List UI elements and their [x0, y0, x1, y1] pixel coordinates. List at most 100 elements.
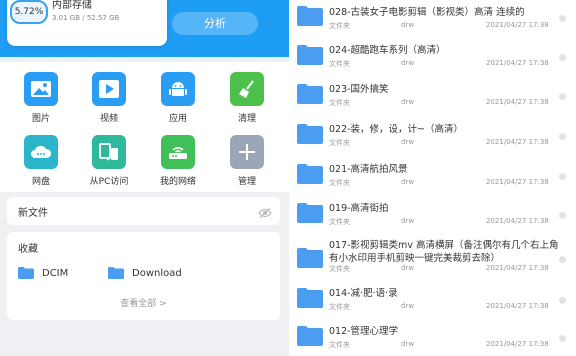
folder-name: 012-管理心理学 — [329, 326, 399, 337]
category-images[interactable]: 图片 — [6, 72, 76, 124]
left-panel: 5.72% 内部存储 3.01 GB / 52.57 GB 分析 图片 视频 应… — [0, 0, 289, 356]
folder-type: 文件夹 — [329, 99, 350, 107]
folder-type: 文件夹 — [329, 303, 350, 311]
folder-type: 文件夹 — [329, 60, 350, 68]
category-label: 管理 — [237, 177, 256, 187]
category-label: 清理 — [237, 114, 256, 124]
category-cloud[interactable]: 网盘 — [6, 135, 76, 187]
favorite-label: DCIM — [42, 267, 69, 279]
router-icon — [161, 135, 195, 169]
pc-transfer-icon — [92, 135, 126, 169]
folder-date: 2021/04/27 17:38 — [486, 178, 549, 186]
folder-icon — [108, 267, 124, 279]
folder-name: 021-高清航拍风景 — [329, 164, 408, 175]
folder-meta: 文件夹 drw 2021/04/27 17:38 — [329, 264, 569, 274]
folder-owner: drw — [401, 340, 415, 348]
select-radio[interactable] — [559, 133, 566, 140]
favorite-item-dcim[interactable]: DCIM — [18, 267, 68, 279]
analyze-button[interactable]: 分析 — [172, 12, 258, 35]
folder-meta: 文件夹 drw 2021/04/27 17:38 — [329, 138, 569, 148]
select-radio[interactable] — [559, 335, 566, 342]
storage-header: 5.72% 内部存储 3.01 GB / 52.57 GB 分析 — [0, 0, 289, 57]
folder-icon — [297, 124, 323, 144]
select-radio[interactable] — [559, 54, 566, 61]
folder-name: 028-古装女子电影剪辑（影视类）高清 连续的 — [329, 7, 525, 18]
favorites-card: 收藏 DCIM Download 查看全部 > — [7, 232, 280, 320]
folder-name: 014-减·肥·语·录 — [329, 288, 398, 299]
select-radio[interactable] — [559, 93, 566, 100]
folder-meta: 文件夹 drw 2021/04/27 17:38 — [329, 178, 569, 188]
folder-owner: drw — [401, 217, 415, 225]
select-radio[interactable] — [559, 15, 566, 22]
select-radio[interactable] — [559, 173, 566, 180]
category-network[interactable]: 我的网络 — [143, 135, 213, 187]
category-videos[interactable]: 视频 — [74, 72, 144, 124]
folder-icon — [297, 326, 323, 346]
new-files-card[interactable]: 新文件 — [7, 197, 280, 225]
folder-meta: 文件夹 drw 2021/04/27 17:38 — [329, 98, 569, 108]
select-radio[interactable] — [559, 212, 566, 219]
favorite-item-download[interactable]: Download — [108, 267, 182, 279]
folder-meta: 文件夹 drw 2021/04/27 17:38 — [329, 59, 569, 69]
folder-date: 2021/04/27 17:38 — [486, 98, 549, 106]
folder-icon — [297, 6, 323, 26]
folder-owner: drw — [401, 138, 415, 146]
storage-percent-badge: 5.72% — [10, 0, 48, 24]
select-radio[interactable] — [559, 256, 566, 263]
category-label: 网盘 — [31, 177, 50, 187]
storage-card[interactable]: 5.72% 内部存储 3.01 GB / 52.57 GB — [7, 0, 167, 46]
see-all-link[interactable]: 查看全部 > — [7, 296, 280, 309]
storage-size: 3.01 GB / 52.57 GB — [52, 14, 120, 22]
folder-icon — [297, 203, 323, 223]
category-label: 图片 — [31, 114, 50, 124]
folder-type: 文件夹 — [329, 341, 350, 349]
folder-meta: 文件夹 drw 2021/04/27 17:38 — [329, 217, 569, 227]
select-radio[interactable] — [559, 297, 566, 304]
new-files-label: 新文件 — [18, 208, 48, 219]
folder-owner: drw — [401, 264, 415, 272]
folder-date: 2021/04/27 17:38 — [486, 340, 549, 348]
folder-icon — [297, 248, 323, 268]
folder-type: 文件夹 — [329, 265, 350, 273]
broom-icon — [230, 72, 264, 106]
folder-owner: drw — [401, 59, 415, 67]
folder-name: 024-超酷跑车系列（高清） — [329, 45, 446, 56]
plus-icon — [230, 135, 264, 169]
folder-type: 文件夹 — [329, 179, 350, 187]
category-clean[interactable]: 清理 — [212, 72, 282, 124]
eye-icon[interactable] — [258, 204, 272, 223]
folder-meta: 文件夹 drw 2021/04/27 17:38 — [329, 302, 569, 312]
favorites-title: 收藏 — [18, 244, 38, 255]
folder-owner: drw — [401, 302, 415, 310]
folder-name: 019-高清街拍 — [329, 203, 389, 214]
folder-date: 2021/04/27 17:38 — [486, 59, 549, 67]
folder-date: 2021/04/27 17:38 — [486, 264, 549, 272]
folder-date: 2021/04/27 17:38 — [486, 21, 549, 29]
folder-owner: drw — [401, 98, 415, 106]
category-apps[interactable]: 应用 — [143, 72, 213, 124]
folder-type: 文件夹 — [329, 218, 350, 226]
folder-icon — [297, 288, 323, 308]
category-manage[interactable]: 管理 — [212, 135, 282, 187]
folder-icon — [297, 84, 323, 104]
folder-name: 023-国外搞笑 — [329, 84, 389, 95]
category-pc-access[interactable]: 从PC访问 — [74, 135, 144, 187]
folder-meta: 文件夹 drw 2021/04/27 17:38 — [329, 340, 569, 350]
favorite-label: Download — [132, 267, 182, 279]
folder-date: 2021/04/27 17:38 — [486, 217, 549, 225]
folder-owner: drw — [401, 178, 415, 186]
folder-name: 022-装，修，设，计~（高清） — [329, 124, 464, 135]
folder-type: 文件夹 — [329, 139, 350, 147]
storage-title: 内部存储 — [52, 0, 92, 11]
category-label: 视频 — [99, 114, 118, 124]
category-label: 应用 — [168, 114, 187, 124]
category-label: 我的网络 — [159, 177, 196, 187]
folder-meta: 文件夹 drw 2021/04/27 17:38 — [329, 21, 569, 31]
category-label: 从PC访问 — [89, 177, 129, 187]
folder-icon — [18, 267, 34, 279]
category-grid: 图片 视频 应用 清理 网盘 从PC访问 我的网络 管理 — [0, 62, 289, 192]
folder-name: 017-影视剪辑类mv 高清横屏（备注偶尔有几个右上角有小水印用手机剪映一键完美… — [329, 240, 559, 264]
folder-date: 2021/04/27 17:38 — [486, 302, 549, 310]
folder-icon — [297, 45, 323, 65]
folder-type: 文件夹 — [329, 22, 350, 30]
